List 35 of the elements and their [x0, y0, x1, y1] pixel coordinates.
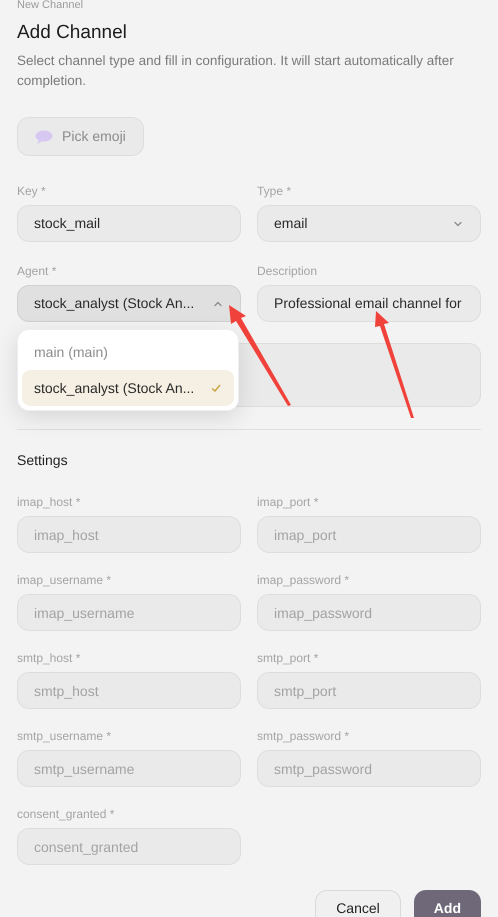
- add-button[interactable]: Add: [414, 890, 481, 917]
- input-field[interactable]: imap_port: [257, 516, 481, 553]
- field-label: Agent *: [17, 264, 58, 278]
- field-label: smtp_username *: [17, 729, 112, 743]
- field-label: Key *: [17, 184, 47, 198]
- field-label: Description: [257, 264, 318, 278]
- breadcrumb: New Channel: [17, 0, 84, 11]
- field-label: imap_password *: [257, 573, 350, 587]
- checkmark-icon: [210, 382, 222, 394]
- input-field[interactable]: Professional email channel for: [257, 285, 481, 322]
- input-field[interactable]: smtp_username: [17, 750, 241, 787]
- input-field[interactable]: smtp_password: [257, 750, 481, 787]
- field-label: consent_granted *: [17, 807, 116, 821]
- field-label: imap_port *: [257, 495, 320, 509]
- dialog-description: Select channel type and fill in configuration. It will start automatically after completion.: [17, 52, 455, 90]
- field-label: imap_host *: [17, 495, 82, 509]
- speech-bubble-icon: [34, 128, 54, 144]
- field-label: smtp_port *: [257, 651, 320, 665]
- input-field[interactable]: imap_host: [17, 516, 241, 553]
- dialog-title: Add Channel: [17, 21, 128, 45]
- field-label: smtp_host *: [17, 651, 82, 665]
- input-field[interactable]: smtp_port: [257, 672, 481, 709]
- select-field[interactable]: email: [257, 205, 481, 242]
- input-field[interactable]: consent_granted: [17, 828, 241, 865]
- input-field[interactable]: imap_username: [17, 594, 241, 631]
- cancel-button[interactable]: Cancel: [315, 890, 401, 917]
- field-label: smtp_password *: [257, 729, 350, 743]
- section-title: Settings: [17, 451, 69, 469]
- dropdown-option[interactable]: stock_analyst (Stock An...: [22, 370, 234, 406]
- input-field[interactable]: stock_mail: [17, 205, 241, 242]
- field-label: imap_username *: [17, 573, 112, 587]
- select-field[interactable]: stock_analyst (Stock An...: [17, 285, 241, 322]
- input-field[interactable]: smtp_host: [17, 672, 241, 709]
- input-field[interactable]: imap_password: [257, 594, 481, 631]
- field-label: Type *: [257, 184, 292, 198]
